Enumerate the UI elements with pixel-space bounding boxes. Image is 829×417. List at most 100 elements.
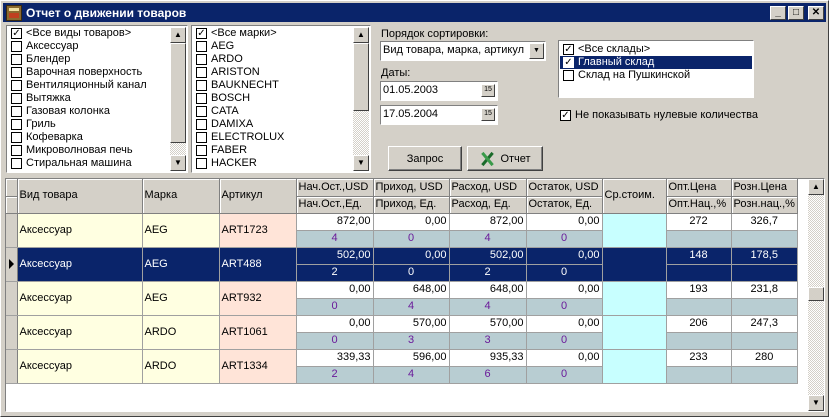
cell-nach_ed[interactable]: 4 bbox=[296, 230, 374, 248]
cell-retail-markup[interactable] bbox=[731, 366, 798, 384]
cell-rash_usd[interactable]: 570,00 bbox=[449, 315, 527, 333]
cell-retail-markup[interactable] bbox=[731, 264, 798, 282]
sort-select[interactable]: Вид товара, марка, артикул ▼ bbox=[380, 41, 546, 61]
cell-ost_ed[interactable]: 0 bbox=[526, 332, 603, 350]
checkbox-icon[interactable] bbox=[196, 106, 207, 117]
product-type-item[interactable]: Стиральная машина bbox=[8, 157, 170, 170]
warehouses-list[interactable]: ✓ <Все склады> ✓ Главный склад Склад на Пушк… bbox=[558, 40, 754, 98]
cell-prih_ed[interactable]: 3 bbox=[373, 332, 450, 350]
cell-avg-cost[interactable] bbox=[602, 349, 667, 384]
column-header[interactable]: Остаток, Ед. bbox=[526, 196, 603, 214]
column-header[interactable]: Приход, USD bbox=[373, 179, 450, 197]
chevron-down-icon[interactable]: ▼ bbox=[529, 43, 544, 59]
checkbox-icon[interactable] bbox=[196, 145, 207, 156]
report-grid[interactable]: Вид товара Марка Артикул Нач.Ост.,USD Приход… bbox=[5, 178, 825, 412]
calendar-icon[interactable]: 15 bbox=[481, 84, 495, 97]
cell-product-type[interactable]: Аксессуар bbox=[17, 315, 143, 350]
cell-rash_ed[interactable]: 6 bbox=[449, 366, 527, 384]
warehouse-item[interactable]: ✓ Главный склад bbox=[560, 56, 752, 69]
cell-avg-cost[interactable] bbox=[602, 213, 667, 248]
checkbox-icon[interactable] bbox=[11, 119, 22, 130]
warehouse-item[interactable]: ✓ <Все склады> bbox=[560, 43, 752, 56]
cell-prih_usd[interactable]: 596,00 bbox=[373, 349, 450, 367]
cell-prih_ed[interactable]: 0 bbox=[373, 264, 450, 282]
cell-nach_usd[interactable]: 872,00 bbox=[296, 213, 374, 231]
cell-nach_ed[interactable]: 2 bbox=[296, 264, 374, 282]
column-header[interactable]: Опт.Нац.,% bbox=[666, 196, 732, 214]
brand-item[interactable]: IMPERIAL bbox=[193, 170, 353, 171]
report-button[interactable]: Отчет bbox=[467, 146, 543, 171]
cell-ost_usd[interactable]: 0,00 bbox=[526, 315, 603, 333]
scroll-down-icon[interactable]: ▼ bbox=[170, 155, 186, 171]
cell-article[interactable]: ART488 bbox=[219, 247, 297, 282]
cell-brand[interactable]: AEG bbox=[142, 247, 220, 282]
cell-wholesale-markup[interactable] bbox=[666, 230, 732, 248]
column-header[interactable]: Ср.стоим. bbox=[602, 179, 667, 214]
cell-wholesale-price[interactable]: 272 bbox=[666, 213, 732, 231]
cell-retail-markup[interactable] bbox=[731, 230, 798, 248]
query-button[interactable]: Запрос bbox=[388, 146, 462, 171]
cell-brand[interactable]: ARDO bbox=[142, 315, 220, 350]
product-types-list[interactable]: ✓ <Все виды товаров> Аксессуар Блендер Вароч… bbox=[6, 25, 188, 173]
cell-ost_usd[interactable]: 0,00 bbox=[526, 247, 603, 265]
checkbox-icon[interactable]: ✓ bbox=[11, 28, 22, 39]
product-type-item[interactable]: Аксессуар bbox=[8, 40, 170, 53]
checkbox-icon[interactable] bbox=[196, 67, 207, 78]
brand-item[interactable]: AEG bbox=[193, 40, 353, 53]
cell-nach_ed[interactable]: 2 bbox=[296, 366, 374, 384]
date-to-field[interactable]: 17.05.2004 15 bbox=[380, 105, 498, 125]
product-type-item[interactable]: С... bbox=[8, 170, 170, 171]
cell-prih_usd[interactable]: 0,00 bbox=[373, 213, 450, 231]
calendar-icon[interactable]: 15 bbox=[481, 108, 495, 121]
brand-item[interactable]: CATA bbox=[193, 105, 353, 118]
scroll-down-icon[interactable]: ▼ bbox=[808, 395, 824, 411]
brands-scrollbar[interactable]: ▲ ▼ bbox=[353, 27, 369, 171]
product-type-item[interactable]: Кофеварка bbox=[8, 131, 170, 144]
row-indicator[interactable] bbox=[6, 315, 18, 350]
cell-avg-cost[interactable] bbox=[602, 281, 667, 316]
cell-nach_ed[interactable]: 0 bbox=[296, 332, 374, 350]
cell-wholesale-price[interactable]: 206 bbox=[666, 315, 732, 333]
cell-product-type[interactable]: Аксессуар bbox=[17, 213, 143, 248]
checkbox-icon[interactable]: ✓ bbox=[196, 28, 207, 39]
cell-wholesale-markup[interactable] bbox=[666, 366, 732, 384]
cell-wholesale-price[interactable]: 148 bbox=[666, 247, 732, 265]
cell-prih_ed[interactable]: 0 bbox=[373, 230, 450, 248]
column-header[interactable]: Нач.Ост.,USD bbox=[296, 179, 374, 197]
date-from-field[interactable]: 01.05.2003 15 bbox=[380, 81, 498, 101]
checkbox-icon[interactable] bbox=[11, 41, 22, 52]
cell-avg-cost[interactable] bbox=[602, 247, 667, 282]
checkbox-icon[interactable] bbox=[11, 54, 22, 65]
cell-retail-markup[interactable] bbox=[731, 332, 798, 350]
checkbox-icon[interactable] bbox=[11, 145, 22, 156]
checkbox-icon[interactable] bbox=[196, 132, 207, 143]
warehouse-item[interactable]: Склад на Пушкинской bbox=[560, 69, 752, 82]
checkbox-icon[interactable] bbox=[11, 158, 22, 169]
cell-retail-markup[interactable] bbox=[731, 298, 798, 316]
table-row[interactable]: Аксессуар ARDO ART1061 0,00 570,00 570,00 0,00… bbox=[6, 315, 798, 350]
cell-product-type[interactable]: Аксессуар bbox=[17, 349, 143, 384]
product-type-item[interactable]: Блендер bbox=[8, 53, 170, 66]
cell-retail-price[interactable]: 178,5 bbox=[731, 247, 798, 265]
column-header[interactable]: Вид товара bbox=[17, 179, 143, 214]
cell-prih_ed[interactable]: 4 bbox=[373, 298, 450, 316]
column-header[interactable]: Марка bbox=[142, 179, 220, 214]
product-type-item[interactable]: Вентиляционный канал bbox=[8, 79, 170, 92]
brand-item[interactable]: ✓ <Все марки> bbox=[193, 27, 353, 40]
product-type-item[interactable]: Гриль bbox=[8, 118, 170, 131]
checkbox-icon[interactable] bbox=[196, 80, 207, 91]
brand-item[interactable]: DAMIXA bbox=[193, 118, 353, 131]
checkbox-icon[interactable]: ✓ bbox=[563, 44, 574, 55]
brand-item[interactable]: BAUKNECHT bbox=[193, 79, 353, 92]
cell-rash_usd[interactable]: 648,00 bbox=[449, 281, 527, 299]
checkbox-icon[interactable] bbox=[196, 41, 207, 52]
brand-item[interactable]: ELECTROLUX bbox=[193, 131, 353, 144]
product-type-item[interactable]: Варочная поверхность bbox=[8, 66, 170, 79]
column-header[interactable]: Розн.нац.,% bbox=[731, 196, 798, 214]
scroll-down-icon[interactable]: ▼ bbox=[353, 155, 369, 171]
product-type-item[interactable]: Вытяжка bbox=[8, 92, 170, 105]
cell-retail-price[interactable]: 280 bbox=[731, 349, 798, 367]
cell-rash_usd[interactable]: 872,00 bbox=[449, 213, 527, 231]
checkbox-icon[interactable] bbox=[11, 80, 22, 91]
column-header[interactable]: Нач.Ост.,Ед. bbox=[296, 196, 374, 214]
